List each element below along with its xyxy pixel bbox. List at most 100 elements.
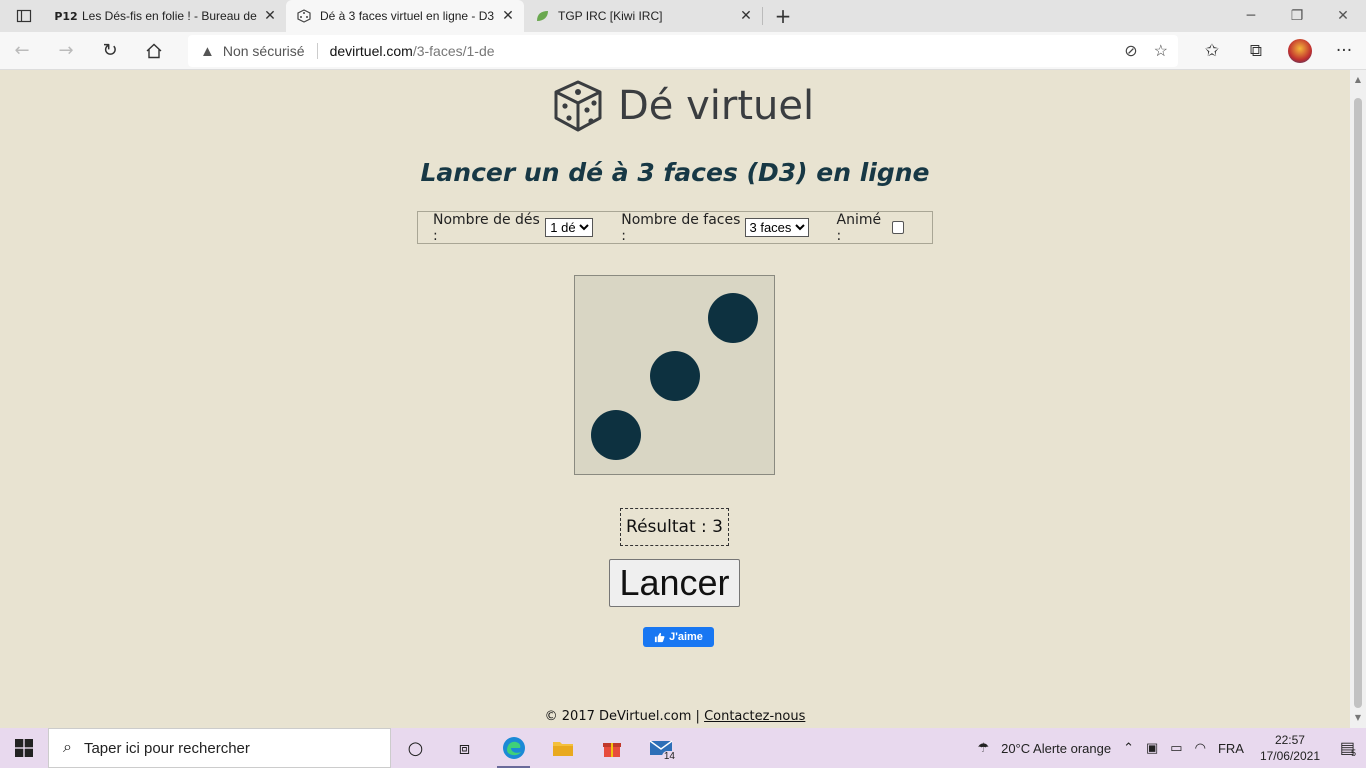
arrow-right-icon: → [58, 40, 74, 61]
battery-icon[interactable]: ▭ [1170, 740, 1182, 756]
search-icon: ⌕ [63, 739, 72, 756]
die-face[interactable] [574, 275, 775, 475]
footer-copyright: © 2017 DeVirtuel.com | [544, 709, 700, 724]
mail-badge: 14 [661, 751, 677, 762]
restore-icon[interactable]: ❐ [1274, 0, 1320, 32]
notification-count: 5 [1351, 748, 1357, 758]
tab-title: TGP IRC [Kiwi IRC] [558, 9, 663, 23]
tab-tgp-irc[interactable]: TGP IRC [Kiwi IRC] ✕ [524, 0, 762, 32]
like-label: J'aime [669, 631, 703, 643]
dice-count-select[interactable]: 1 dé [545, 218, 594, 237]
taskbar-search[interactable]: ⌕ Taper ici pour rechercher [48, 728, 391, 768]
scrollbar-thumb[interactable] [1354, 98, 1362, 708]
warning-icon: ▲ [200, 42, 215, 60]
edge-taskbar-button[interactable] [489, 728, 538, 768]
contact-link[interactable]: Contactez-nous [704, 709, 805, 724]
action-center-button[interactable]: ▤ 5 [1330, 728, 1366, 768]
clock[interactable]: 22:57 17/06/2021 [1260, 732, 1320, 764]
tab-actions-button[interactable] [0, 0, 48, 32]
tab-actions-icon [16, 9, 32, 23]
collections-button[interactable]: ⧉ [1234, 32, 1278, 70]
faces-select[interactable]: 3 faces [744, 218, 809, 237]
tab-separator [762, 7, 763, 25]
tab-close-icon[interactable]: ✕ [262, 8, 278, 24]
clock-time: 22:57 [1274, 733, 1305, 747]
tab-de-virtuel[interactable]: Dé à 3 faces virtuel en ligne - D3 ✕ [286, 0, 524, 32]
gift-icon [602, 743, 621, 757]
forward-button[interactable]: → [44, 32, 88, 70]
url-path: /3-faces/1-de [412, 43, 495, 59]
more-icon: ··· [1335, 41, 1353, 61]
page-content: Dé virtuel Lancer un dé à 3 faces (D3) e… [0, 70, 1350, 728]
page-title: Lancer un dé à 3 faces (D3) en ligne [420, 158, 930, 187]
window-controls: ─ ❐ ✕ [1228, 0, 1366, 32]
tab-des-fis[interactable]: P12 Les Dés-fis en folie ! - Bureau de ✕ [48, 0, 286, 32]
die-pip [591, 410, 641, 460]
options-panel: Nombre de dés : 1 dé Nombre de faces : 3… [417, 211, 933, 244]
security-label: Non sécurisé [222, 43, 305, 59]
tab-close-icon[interactable]: ✕ [500, 8, 516, 24]
settings-menu-button[interactable]: ··· [1322, 32, 1366, 70]
meet-now-icon[interactable]: ▣ [1146, 740, 1158, 756]
gift-app-button[interactable] [587, 728, 636, 768]
weather-text[interactable]: 20°C Alerte orange [1001, 741, 1111, 756]
system-tray: ☂ 20°C Alerte orange ⌃ ▣ ▭ ◠ FRA 22:57 1… [971, 728, 1366, 768]
animated-group: Animé : [836, 211, 904, 244]
scroll-down-icon[interactable]: ▼ [1350, 710, 1366, 726]
profile-button[interactable] [1278, 32, 1322, 70]
add-favorite-icon[interactable]: ☆ [1154, 41, 1168, 61]
site-logo[interactable]: Dé virtuel [550, 78, 814, 134]
minimize-icon[interactable]: ─ [1228, 0, 1274, 32]
dice-favicon-icon [296, 8, 312, 24]
tab-title: Dé à 3 faces virtuel en ligne - D3 [320, 9, 495, 23]
url-host: devirtuel.com [329, 43, 413, 59]
start-button[interactable] [0, 728, 48, 768]
edge-icon [502, 737, 525, 759]
home-icon [146, 43, 162, 58]
thumbs-up-icon [655, 632, 665, 642]
favorites-icon: ✩ [1204, 41, 1220, 61]
p12-favicon-icon: P12 [54, 9, 78, 23]
address-bar-icons: ⊘ ☆ [1124, 41, 1168, 61]
search-placeholder: Taper ici pour rechercher [83, 739, 250, 757]
language-indicator[interactable]: FRA [1218, 741, 1244, 756]
home-button[interactable] [132, 32, 176, 70]
new-tab-button[interactable]: + [767, 0, 799, 32]
faces-group: Nombre de faces : 3 faces [621, 211, 809, 244]
folder-icon [552, 742, 573, 756]
cortana-icon: ○ [407, 737, 424, 759]
weather-icon[interactable]: ☂ [977, 740, 989, 756]
scroll-up-icon[interactable]: ▲ [1350, 72, 1366, 88]
refresh-button[interactable]: ↻ [88, 32, 132, 70]
file-explorer-button[interactable] [538, 728, 587, 768]
animated-checkbox[interactable] [891, 221, 904, 234]
dice-count-label: Nombre de dés : [433, 211, 540, 244]
tab-close-icon[interactable]: ✕ [738, 8, 754, 24]
toolbar-right: ✩ ⧉ ··· [1190, 32, 1366, 70]
tab-strip: P12 Les Dés-fis en folie ! - Bureau de ✕… [0, 0, 1366, 32]
mail-button[interactable]: 14 [636, 728, 685, 768]
address-bar[interactable]: ▲ Non sécurisé devirtuel.com /3-faces/1-… [188, 35, 1178, 67]
clock-date: 17/06/2021 [1259, 749, 1320, 763]
roll-button[interactable]: Lancer [609, 559, 740, 607]
back-button[interactable]: ← [0, 32, 44, 70]
close-window-icon[interactable]: ✕ [1320, 0, 1366, 32]
logo-text: Dé virtuel [618, 83, 815, 129]
network-icon[interactable]: ◠ [1195, 740, 1206, 756]
die-pip [650, 351, 700, 401]
collections-icon: ⧉ [1249, 41, 1263, 61]
task-view-icon: ⧈ [458, 737, 471, 759]
favorites-button[interactable]: ✩ [1190, 32, 1234, 70]
animated-label: Animé : [836, 211, 882, 244]
windows-logo-icon [15, 739, 33, 757]
page-scrollbar[interactable]: ▲ ▼ [1350, 70, 1366, 728]
dice-count-group: Nombre de dés : 1 dé [433, 211, 594, 244]
arrow-left-icon: ← [14, 40, 30, 61]
task-view-button[interactable]: ⧈ [440, 728, 489, 768]
windows-taskbar: ⌕ Taper ici pour rechercher ○ ⧈ 14 ☂ 20°… [0, 728, 1366, 768]
facebook-like-button[interactable]: J'aime [643, 627, 714, 647]
cortana-button[interactable]: ○ [391, 728, 440, 768]
faces-label: Nombre de faces : [621, 211, 741, 244]
tracking-prevention-icon[interactable]: ⊘ [1124, 41, 1137, 61]
chevron-up-icon[interactable]: ⌃ [1123, 740, 1134, 756]
